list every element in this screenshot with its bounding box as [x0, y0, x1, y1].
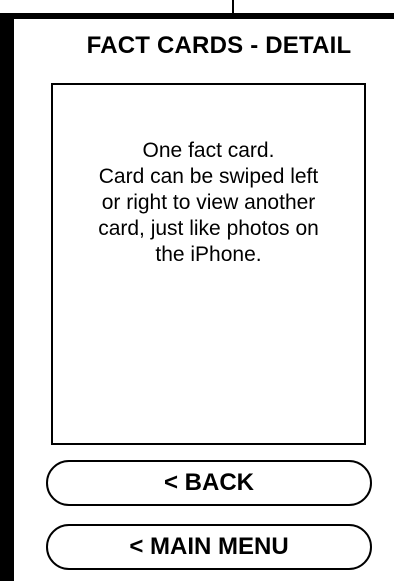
fact-card-line: the iPhone. — [155, 243, 262, 266]
fact-card[interactable]: One fact card. Card can be swiped left o… — [51, 83, 366, 445]
main-menu-button-label: < MAIN MENU — [129, 533, 289, 560]
phone-frame-left-edge — [0, 13, 14, 581]
back-button-label: < BACK — [163, 469, 254, 496]
fact-card-line: card, just like photos on — [98, 217, 319, 240]
back-button[interactable]: < BACK — [46, 460, 372, 506]
fact-card-line: One fact card. — [142, 139, 275, 162]
fact-card-line: or right to view another — [101, 191, 316, 214]
main-menu-button[interactable]: < MAIN MENU — [46, 524, 372, 570]
fact-card-line: Card can be swiped left — [98, 165, 319, 188]
page-title: FACT CARDS - DETAIL — [86, 32, 352, 59]
fact-card-text: One fact card. Card can be swiped left o… — [53, 138, 364, 268]
phone-frame-top-edge — [0, 13, 394, 19]
